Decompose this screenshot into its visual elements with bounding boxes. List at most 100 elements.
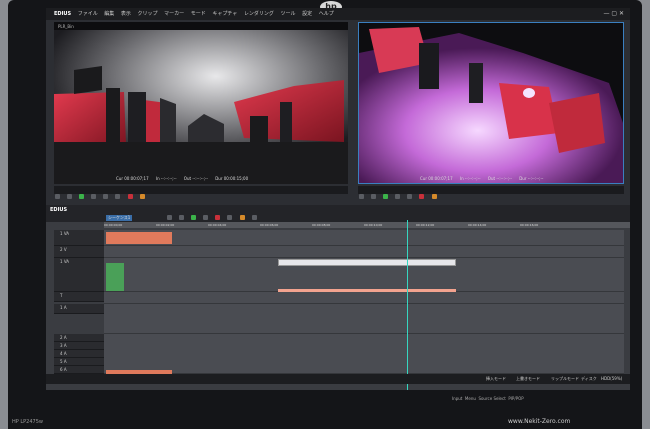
menu-tools[interactable]: ツール (281, 11, 296, 17)
clip-thumbnail[interactable] (106, 263, 124, 291)
rec-rewind-icon[interactable] (371, 194, 377, 199)
audio-clip[interactable] (278, 289, 456, 292)
ruler-tick: 00:00:06;00 (260, 223, 279, 227)
status-bar: 挿入モード 上書きモード リップルモード ディスク HDD(59%) (46, 374, 630, 384)
track-header-a1[interactable]: 1 A (54, 304, 104, 314)
watermark: www.Nekit-Zero.com (508, 418, 571, 425)
tool-add-icon[interactable] (191, 215, 197, 220)
track-header-1va-b[interactable]: 1 VA (54, 258, 104, 292)
recorder-dur: Dur --:--:--;-- (519, 176, 544, 181)
track-header-2v[interactable]: 2 V (54, 246, 104, 258)
video-clip[interactable] (106, 232, 172, 244)
menu-edit[interactable]: 編集 (104, 11, 114, 17)
tool-cut-icon[interactable] (179, 215, 185, 220)
tool-zoom-icon[interactable] (251, 215, 257, 220)
rec-forward-icon[interactable] (407, 194, 413, 199)
tool-select-icon[interactable] (167, 215, 172, 220)
mark-in-icon[interactable] (127, 194, 133, 199)
tool-delete-icon[interactable] (215, 215, 221, 220)
menu-file[interactable]: ファイル (78, 11, 98, 17)
track-header-a2[interactable]: 2 A (54, 334, 104, 342)
rec-stop-icon[interactable] (395, 194, 401, 199)
ruler-tick: 00:00:12;00 (416, 223, 435, 227)
screen: EDIUS ファイル 編集 表示 クリップ マーカー モード キャプチャ レンダ… (46, 8, 630, 390)
menu-view[interactable]: 表示 (121, 11, 131, 17)
stop-icon[interactable] (91, 194, 97, 199)
mark-out-icon[interactable] (139, 194, 145, 199)
player-cur: Cur 00:00:07;17 (116, 176, 149, 181)
status-disk-usage: HDD(59%) (601, 376, 623, 381)
track-lane[interactable] (104, 304, 624, 334)
menu-settings[interactable]: 設定 (302, 11, 312, 17)
menu-help[interactable]: ヘルプ (319, 11, 334, 17)
recorder-in: In --:--:--;-- (459, 176, 481, 181)
play-icon[interactable] (79, 194, 85, 199)
ruler-tick: 00:00:04;00 (208, 223, 227, 227)
status-overwrite-mode: 上書きモード (516, 376, 540, 381)
player-label: PLR_Bin (58, 24, 74, 29)
input-button[interactable]: Input (452, 396, 462, 401)
track-header-t[interactable]: T (54, 292, 104, 302)
recorder-timecode: Cur 00:00:07;17 In --:--:--;-- Out --:--… (420, 176, 549, 181)
tool-sync-icon[interactable] (239, 215, 245, 220)
track-header-a3[interactable]: 3 A (54, 342, 104, 350)
ruler-tick: 00:00:14;00 (468, 223, 487, 227)
track-lane[interactable] (104, 292, 624, 304)
status-ripple-mode: リップルモード (551, 376, 579, 381)
menu-capture[interactable]: キャプチャ (212, 11, 237, 17)
track-header-1va[interactable]: 1 VA (54, 230, 104, 246)
timeline-toolbar: EDIUS シーケンス1 (46, 205, 630, 223)
tool-undo-icon[interactable] (203, 215, 209, 220)
track-header-a4[interactable]: 4 A (54, 350, 104, 358)
recorder-monitor (358, 22, 624, 184)
timeline-ruler[interactable]: 00:00:00;00 00:00:02;00 00:00:04;00 00:00:0… (104, 222, 630, 228)
monitor-model: HP LP2475w (12, 419, 43, 425)
recorder-image (359, 23, 623, 183)
player-timecode: Cur 00:00:07;17 In --:--:--;-- Out --:--… (116, 176, 254, 181)
forward-icon[interactable] (103, 194, 109, 199)
recorder-cur: Cur 00:00:07;17 (420, 176, 453, 181)
track-lane[interactable] (104, 246, 624, 258)
menu-button[interactable]: Menu (465, 396, 476, 401)
track-header-a5[interactable]: 5 A (54, 358, 104, 366)
player-image (54, 30, 348, 184)
menu-mode[interactable]: モード (191, 11, 206, 17)
menu-bar: EDIUS ファイル 編集 表示 クリップ マーカー モード キャプチャ レンダ… (46, 8, 630, 20)
track-header-a6[interactable]: 6 A (54, 366, 104, 374)
source-select-button[interactable]: Source Select (478, 396, 505, 401)
monitor-bezel: hp EDIUS ファイル 編集 表示 クリップ マーカー モード キャプチャ … (8, 0, 642, 429)
rec-play-icon[interactable] (383, 194, 389, 199)
player-out: Out --:--:--;-- (183, 176, 208, 181)
title-clip[interactable] (278, 259, 456, 266)
track-lane[interactable] (104, 230, 624, 246)
timeline-app-label: EDIUS (50, 207, 68, 213)
ruler-tick: 00:00:16;00 (520, 223, 539, 227)
recorder-controls (358, 186, 624, 199)
playhead[interactable] (407, 220, 408, 390)
recorder-out: Out --:--:--;-- (487, 176, 512, 181)
menu-clip[interactable]: クリップ (138, 11, 158, 17)
pip-pop-button[interactable]: PIP/POP (508, 396, 523, 401)
ruler-tick: 00:00:02;00 (156, 223, 175, 227)
next-icon[interactable] (115, 194, 121, 199)
player-controls (54, 186, 348, 199)
player-monitor: PLR_Bin (54, 22, 348, 184)
tool-ripple-icon[interactable] (227, 215, 233, 220)
track-lane[interactable] (104, 334, 624, 374)
menu-render[interactable]: レンダリング (244, 11, 274, 17)
rec-mark-in-icon[interactable] (419, 194, 425, 199)
player-dur: Dur 00:00:15;00 (215, 176, 249, 181)
sequence-tab[interactable]: シーケンス1 (106, 215, 133, 221)
window-controls[interactable]: — ▢ ✕ (603, 8, 624, 20)
prev-icon[interactable] (55, 194, 60, 199)
ruler-tick: 00:00:10;00 (364, 223, 383, 227)
rec-prev-icon[interactable] (359, 194, 364, 199)
rewind-icon[interactable] (67, 194, 73, 199)
ruler-tick: 00:00:08;00 (312, 223, 331, 227)
menu-marker[interactable]: マーカー (164, 11, 184, 17)
status-insert-mode: 挿入モード (486, 376, 506, 381)
bezel-buttons: Input Menu Source Select PIP/POP (452, 396, 524, 401)
rec-mark-out-icon[interactable] (431, 194, 437, 199)
ruler-tick: 00:00:00;00 (104, 223, 123, 227)
app-name: EDIUS (54, 11, 72, 17)
